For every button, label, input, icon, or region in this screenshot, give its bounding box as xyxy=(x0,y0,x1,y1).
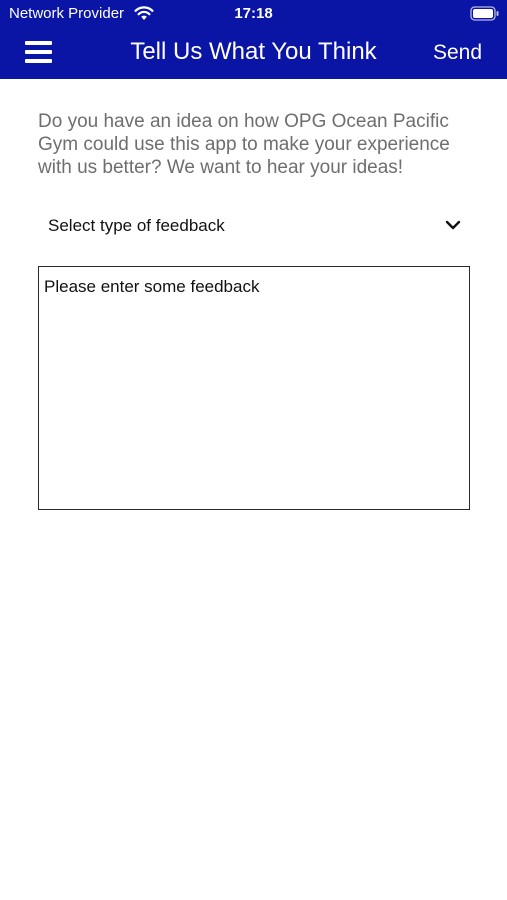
feedback-input[interactable]: Please enter some feedback xyxy=(38,266,470,510)
app-header: Network Provider 17:18 Tell Us What You … xyxy=(0,0,507,79)
feedback-type-label: Select type of feedback xyxy=(48,216,225,235)
page-title: Tell Us What You Think xyxy=(130,38,377,65)
intro-text: Do you have an idea on how OPG Ocean Pac… xyxy=(38,111,450,178)
chevron-down-icon xyxy=(445,220,461,230)
send-button[interactable]: Send xyxy=(433,40,482,66)
navigation-bar: Tell Us What You Think Send xyxy=(0,28,507,79)
battery-icon xyxy=(470,6,499,21)
feedback-type-select[interactable]: Select type of feedback xyxy=(38,206,470,246)
status-bar: Network Provider 17:18 xyxy=(0,0,507,28)
feedback-placeholder: Please enter some feedback xyxy=(44,277,260,296)
status-time: 17:18 xyxy=(234,5,273,22)
